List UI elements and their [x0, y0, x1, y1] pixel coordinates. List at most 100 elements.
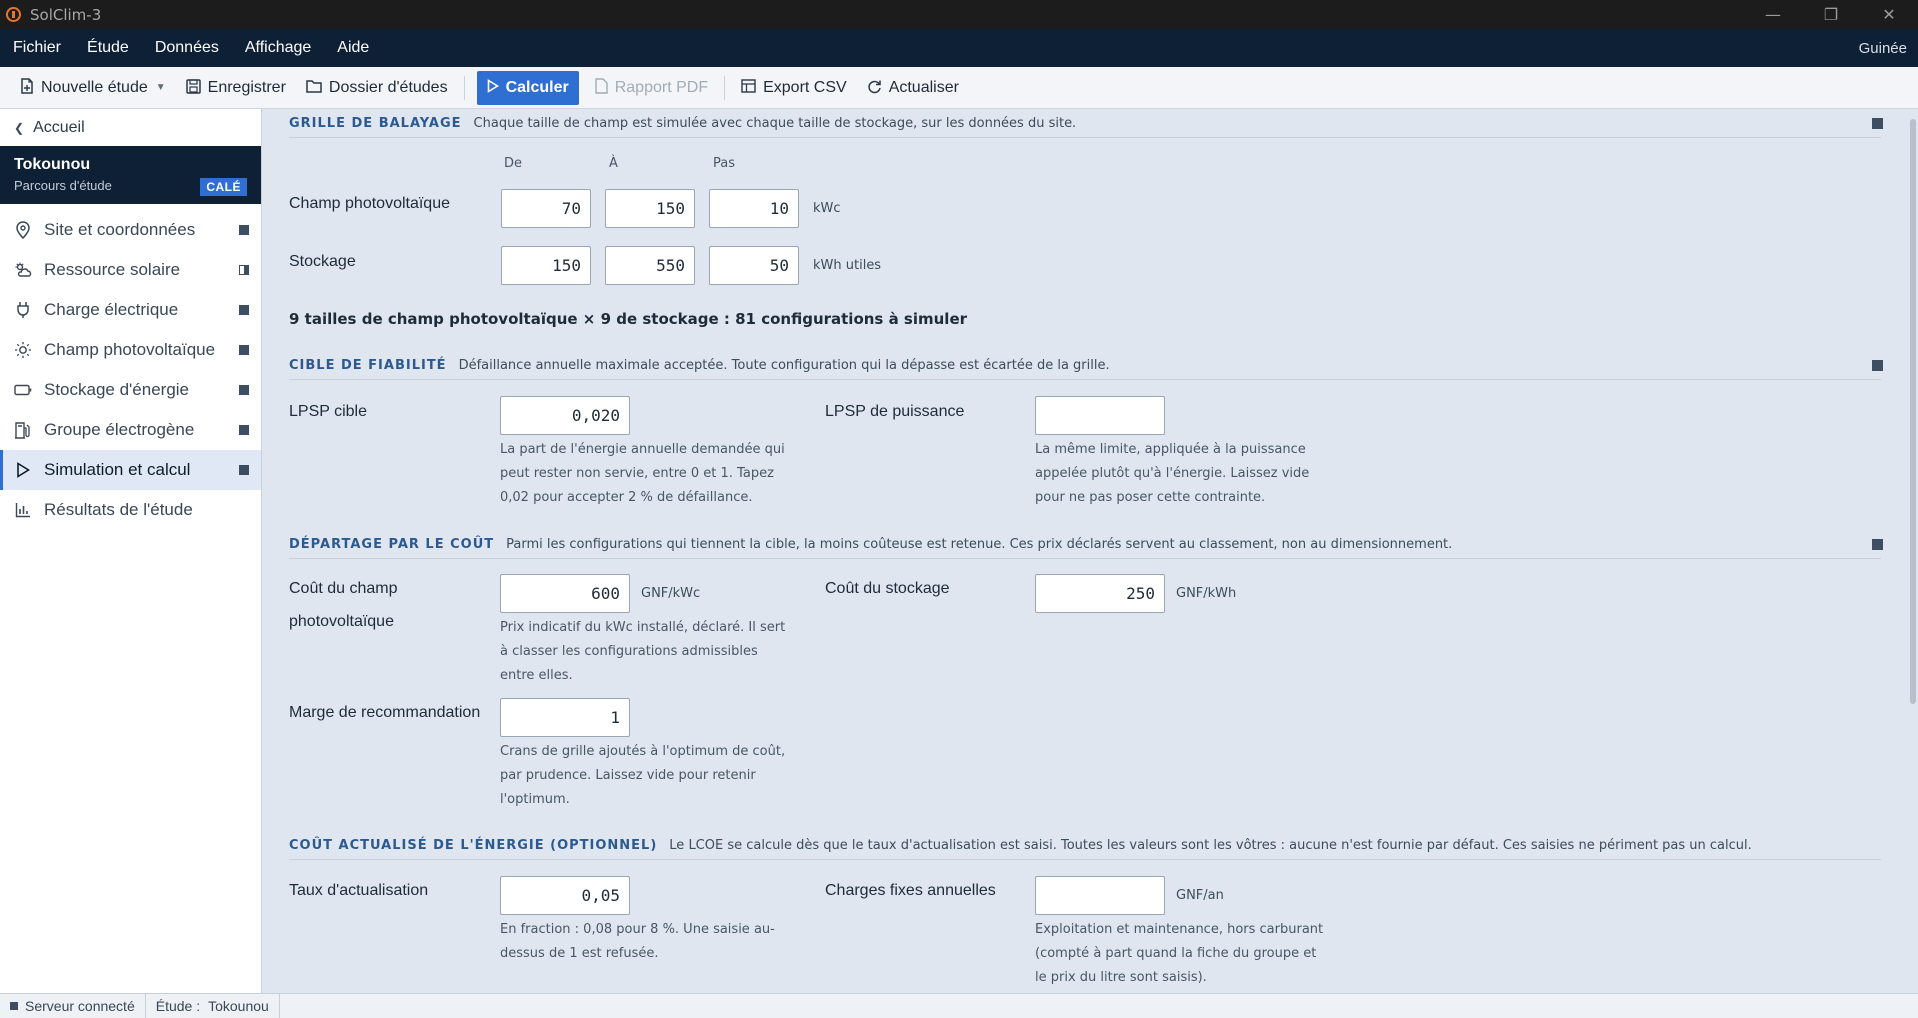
pv-range-label: Champ photovoltaïque — [289, 195, 450, 212]
fuel-pump-icon — [14, 421, 32, 439]
lpsp-target-label: LPSP cible — [289, 403, 367, 420]
menu-affichage[interactable]: Affichage — [232, 29, 324, 67]
sidebar-item-label: Ressource solaire — [44, 260, 181, 279]
new-study-label: Nouvelle étude — [41, 78, 148, 96]
sidebar-item-label: Résultats de l'étude — [44, 500, 193, 519]
storage-cost-input[interactable]: 250 — [1035, 574, 1165, 613]
storage-to-input[interactable]: 550 — [605, 246, 695, 285]
step-complete-indicator — [239, 465, 249, 475]
maximize-button[interactable]: ❐ — [1802, 0, 1860, 29]
margin-help: Crans de grille ajoutés à l'optimum de c… — [500, 744, 786, 807]
save-button[interactable]: Enregistrer — [176, 71, 296, 105]
sun-cloud-icon — [14, 262, 32, 278]
sidebar-item-label: Champ photovoltaïque — [44, 340, 216, 359]
column-header-to: À — [609, 156, 618, 171]
window-title: SolClim-3 — [30, 5, 102, 24]
minimize-button[interactable]: — — [1744, 0, 1802, 29]
server-status: Serveur connecté — [0, 993, 146, 1018]
storage-from-input[interactable]: 150 — [501, 246, 591, 285]
vertical-scrollbar[interactable] — [1908, 109, 1918, 993]
step-complete-indicator — [239, 305, 249, 315]
sidebar-item-storage[interactable]: Stockage d'énergie — [0, 370, 261, 410]
pv-unit: kWc — [813, 201, 841, 216]
chevron-down-icon: ▼ — [155, 82, 166, 93]
menu-aide[interactable]: Aide — [324, 29, 382, 67]
section-title: COÛT ACTUALISÉ DE L'ÉNERGIE (OPTIONNEL) — [289, 837, 658, 853]
new-study-button[interactable]: Nouvelle étude ▼ — [10, 71, 176, 105]
lpsp-target-input[interactable]: 0,020 — [500, 396, 630, 435]
study-steps-nav: Site et coordonnées Ressource solaire Ch… — [0, 210, 261, 530]
document-icon — [595, 78, 608, 97]
window-controls: — ❐ ✕ — [1744, 0, 1918, 29]
pv-cost-unit: GNF/kWc — [641, 586, 701, 601]
section-description: Chaque taille de champ est simulée avec … — [473, 115, 1077, 131]
section-header-cost: DÉPARTAGE PAR LE COÛT Parmi les configur… — [289, 530, 1883, 559]
toolbar-divider — [724, 75, 726, 100]
pdf-report-label: Rapport PDF — [614, 78, 709, 96]
pv-from-input[interactable]: 70 — [501, 189, 591, 228]
sidebar-item-solar-resource[interactable]: Ressource solaire — [0, 250, 261, 290]
studies-folder-button[interactable]: Dossier d'études — [296, 71, 458, 105]
app-logo-icon — [6, 7, 21, 22]
storage-range-label: Stockage — [289, 253, 356, 270]
study-status: Étude : Tokounou — [146, 993, 280, 1018]
main-panel: GRILLE DE BALAYAGE Chaque taille de cham… — [263, 109, 1918, 993]
sidebar-item-label: Simulation et calcul — [44, 460, 191, 479]
power-lpsp-input[interactable] — [1035, 396, 1165, 435]
sidebar-item-pv-array[interactable]: Champ photovoltaïque — [0, 330, 261, 370]
column-header-step: Pas — [713, 156, 735, 171]
menu-bar: Fichier Étude Données Affichage Aide Gui… — [0, 29, 1918, 67]
margin-label: Marge de recommandation — [289, 704, 481, 721]
sidebar-item-simulation[interactable]: Simulation et calcul — [0, 450, 261, 490]
export-csv-button[interactable]: Export CSV — [731, 71, 857, 105]
project-card: Tokounou Parcours d'étude CALÉ — [0, 146, 261, 204]
menu-etude[interactable]: Étude — [74, 29, 142, 67]
section-description: Parmi les configurations qui tiennent la… — [506, 536, 1453, 552]
window-titlebar: SolClim-3 — ❐ ✕ — [0, 0, 1918, 29]
section-status-indicator — [1872, 360, 1883, 371]
step-complete-indicator — [239, 425, 249, 435]
step-complete-indicator — [239, 225, 249, 235]
pv-cost-input[interactable]: 600 — [500, 574, 630, 613]
configurations-summary: 9 tailles de champ photovoltaïque × 9 de… — [289, 310, 968, 328]
sidebar-item-results[interactable]: Résultats de l'étude — [0, 490, 261, 530]
step-complete-indicator — [239, 345, 249, 355]
back-home-label: Accueil — [33, 118, 85, 136]
project-name: Tokounou — [14, 156, 91, 173]
folder-icon — [306, 79, 322, 96]
storage-step-input[interactable]: 50 — [709, 246, 799, 285]
sidebar-item-generator[interactable]: Groupe électrogène — [0, 410, 261, 450]
new-file-icon — [20, 78, 34, 97]
section-title: CIBLE DE FIABILITÉ — [289, 357, 447, 373]
section-title: GRILLE DE BALAYAGE — [289, 115, 462, 131]
fixed-costs-help: Exploitation et maintenance, hors carbur… — [1035, 922, 1324, 985]
scrollbar-thumb[interactable] — [1910, 119, 1916, 704]
sun-icon — [14, 341, 32, 359]
power-lpsp-label: LPSP de puissance — [825, 403, 965, 420]
study-status-value: Tokounou — [208, 998, 269, 1014]
step-complete-indicator — [239, 385, 249, 395]
sidebar-item-electric-load[interactable]: Charge électrique — [0, 290, 261, 330]
compute-button[interactable]: Calculer — [476, 70, 579, 105]
toolbar: Nouvelle étude ▼ Enregistrer Dossier d'é… — [0, 67, 1918, 109]
export-csv-label: Export CSV — [763, 78, 847, 96]
pv-step-input[interactable]: 10 — [709, 189, 799, 228]
menu-fichier[interactable]: Fichier — [0, 29, 74, 67]
section-status-indicator — [1872, 539, 1883, 550]
section-header-grid: GRILLE DE BALAYAGE Chaque taille de cham… — [289, 109, 1883, 138]
menu-donnees[interactable]: Données — [142, 29, 232, 67]
close-button[interactable]: ✕ — [1860, 0, 1918, 29]
sidebar-item-site[interactable]: Site et coordonnées — [0, 210, 261, 250]
bar-chart-icon — [14, 502, 32, 518]
battery-icon — [14, 384, 32, 396]
fixed-costs-unit: GNF/an — [1176, 888, 1224, 903]
back-home-link[interactable]: ❮ Accueil — [0, 109, 261, 146]
section-header-reliability: CIBLE DE FIABILITÉ Défaillance annuelle … — [289, 351, 1883, 380]
pdf-report-button[interactable]: Rapport PDF — [585, 71, 718, 105]
fixed-costs-input[interactable] — [1035, 876, 1165, 915]
compute-label: Calculer — [505, 78, 569, 96]
pv-to-input[interactable]: 150 — [605, 189, 695, 228]
refresh-button[interactable]: Actualiser — [857, 71, 969, 105]
discount-rate-input[interactable]: 0,05 — [500, 876, 630, 915]
margin-input[interactable]: 1 — [500, 698, 630, 737]
